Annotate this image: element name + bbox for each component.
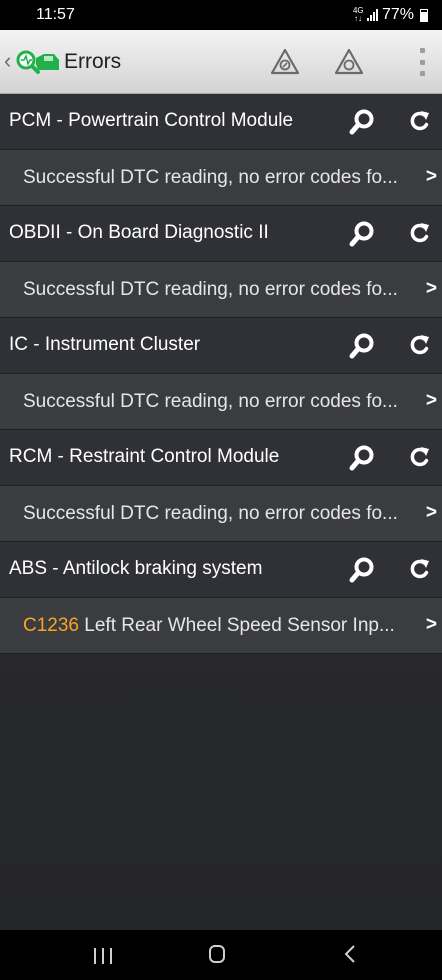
chevron-right-icon: > xyxy=(425,166,437,187)
status-time: 11:57 xyxy=(36,6,75,23)
dtc-result-row[interactable]: Successful DTC reading, no error codes f… xyxy=(0,150,442,206)
search-icon[interactable] xyxy=(346,330,378,362)
module-header-abs: ABS - Antilock braking system xyxy=(0,542,442,598)
dtc-result-text: Successful DTC reading, no error codes f… xyxy=(23,279,398,300)
app-bar: ‹ Errors xyxy=(0,30,442,94)
back-icon[interactable] xyxy=(340,943,362,965)
refresh-icon[interactable] xyxy=(406,219,434,247)
module-header-pcm: PCM - Powertrain Control Module xyxy=(0,94,442,150)
module-title: ABS - Antilock braking system xyxy=(9,558,263,579)
overflow-menu-icon[interactable] xyxy=(418,48,426,76)
page-title: Errors xyxy=(64,50,122,73)
module-header-rcm: RCM - Restraint Control Module xyxy=(0,430,442,486)
chevron-right-icon: > xyxy=(425,614,437,635)
system-nav-bar xyxy=(0,930,442,980)
refresh-icon[interactable] xyxy=(406,443,434,471)
network-type-icon: 4G ↑↓ xyxy=(352,6,364,23)
error-list: PCM - Powertrain Control Module Successf… xyxy=(0,94,442,930)
warning-triangle-icon[interactable] xyxy=(270,47,300,77)
dtc-result-text: Successful DTC reading, no error codes f… xyxy=(23,391,398,412)
module-header-obdii: OBDII - On Board Diagnostic II xyxy=(0,206,442,262)
recents-icon[interactable] xyxy=(94,948,112,964)
refresh-icon[interactable] xyxy=(406,555,434,583)
battery-icon xyxy=(420,8,428,22)
dtc-code: C1236 xyxy=(23,615,79,636)
dtc-result-text: C1236 Left Rear Wheel Speed Sensor Inp..… xyxy=(23,615,395,636)
dtc-result-text: Successful DTC reading, no error codes f… xyxy=(23,167,398,188)
search-icon[interactable] xyxy=(346,554,378,586)
module-title: IC - Instrument Cluster xyxy=(9,334,201,355)
dtc-result-row[interactable]: Successful DTC reading, no error codes f… xyxy=(0,262,442,318)
warning-triangle-icon[interactable] xyxy=(334,47,364,77)
dtc-result-text: Successful DTC reading, no error codes f… xyxy=(23,503,398,524)
chevron-right-icon: > xyxy=(425,502,437,523)
chevron-right-icon: > xyxy=(425,390,437,411)
dtc-result-row[interactable]: Successful DTC reading, no error codes f… xyxy=(0,486,442,542)
dtc-result-row[interactable]: Successful DTC reading, no error codes f… xyxy=(0,374,442,430)
refresh-icon[interactable] xyxy=(406,107,434,135)
search-icon[interactable] xyxy=(346,442,378,474)
search-icon[interactable] xyxy=(346,218,378,250)
module-header-ic: IC - Instrument Cluster xyxy=(0,318,442,374)
search-icon[interactable] xyxy=(346,106,378,138)
module-title: RCM - Restraint Control Module xyxy=(9,446,280,467)
status-indicators: 4G ↑↓ 77% xyxy=(353,6,428,24)
module-title: OBDII - On Board Diagnostic II xyxy=(9,222,269,243)
home-icon[interactable] xyxy=(209,945,225,963)
chevron-right-icon: > xyxy=(425,278,437,299)
status-bar: 11:57 4G ↑↓ 77% xyxy=(0,0,442,30)
battery-percent: 77% xyxy=(381,6,414,23)
refresh-icon[interactable] xyxy=(406,331,434,359)
module-title: PCM - Powertrain Control Module xyxy=(9,110,294,131)
app-logo-icon[interactable] xyxy=(14,48,60,76)
dtc-result-row[interactable]: C1236 Left Rear Wheel Speed Sensor Inp..… xyxy=(0,598,442,654)
signal-icon xyxy=(366,9,378,21)
back-chevron-icon[interactable]: ‹ xyxy=(4,50,11,72)
